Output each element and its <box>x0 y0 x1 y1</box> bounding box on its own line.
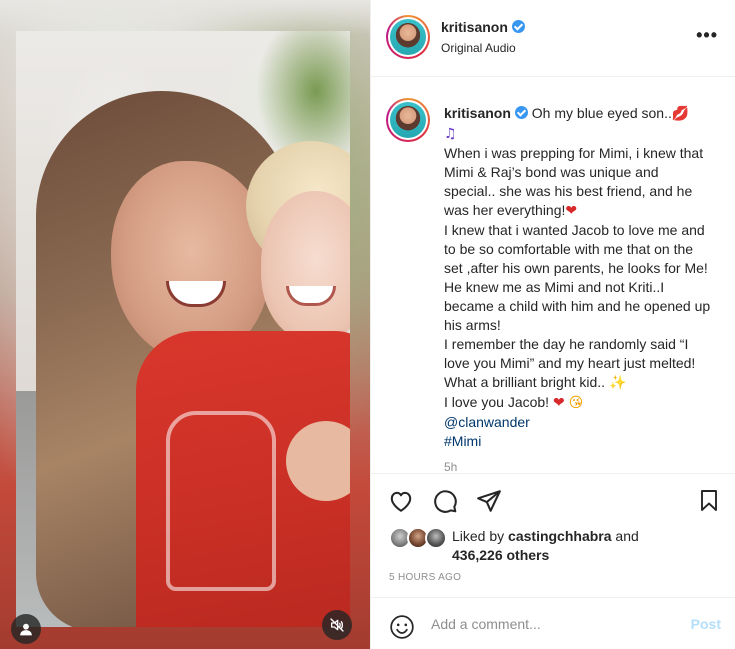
lips-emoji-icon: 💋 <box>671 106 690 122</box>
heart-emoji-icon: ❤ <box>552 395 565 411</box>
heart-outline-icon <box>390 491 412 512</box>
mute-toggle-button[interactable] <box>322 610 352 640</box>
header-username-row: kritisanon <box>441 19 525 37</box>
caption-time: 5h <box>444 460 458 474</box>
caption-text: kritisanon Oh my blue eyed son..💋 ♫ When… <box>444 104 712 451</box>
post-header: kritisanon Original Audio ••• <box>371 0 735 77</box>
bookmark-icon <box>701 490 717 511</box>
save-button[interactable] <box>695 487 723 515</box>
caption-body3: I remember the day he randomly said “I l… <box>444 336 700 390</box>
video-child-face <box>261 191 350 341</box>
emoji-picker-button[interactable] <box>389 614 415 645</box>
post-media[interactable] <box>0 0 370 649</box>
media-blur-edge <box>0 0 370 35</box>
liker-avatars[interactable] <box>389 527 449 549</box>
liker-username[interactable]: castingchhabra <box>508 528 611 544</box>
kissing-face-emoji-icon: 😘 <box>568 395 584 411</box>
heart-emoji-icon: ❤ <box>565 203 578 219</box>
header-username[interactable]: kritisanon <box>441 19 508 35</box>
share-button[interactable] <box>475 487 503 515</box>
audio-label[interactable]: Original Audio <box>441 41 516 55</box>
more-options-button[interactable]: ••• <box>696 26 718 44</box>
like-button[interactable] <box>387 487 415 515</box>
speech-bubble-icon <box>434 490 457 513</box>
caption-area: kritisanon Oh my blue eyed son..💋 ♫ When… <box>371 78 735 474</box>
verified-badge-icon <box>514 106 528 119</box>
profile-avatar[interactable] <box>386 15 430 59</box>
verified-badge-icon <box>511 20 525 33</box>
post-actions <box>371 475 735 527</box>
caption-username[interactable]: kritisanon <box>444 105 511 121</box>
video-shirt-print <box>166 411 276 591</box>
likes-prefix: Liked by <box>452 528 505 544</box>
comment-button[interactable] <box>431 487 459 515</box>
comment-bar: Post <box>371 597 735 649</box>
smiley-icon <box>390 615 414 639</box>
post-panel: kritisanon Original Audio ••• kritisanon… <box>370 0 735 649</box>
tagged-users-button[interactable] <box>11 614 41 644</box>
person-icon <box>20 623 32 636</box>
avatar-image <box>390 19 426 55</box>
caption-body4: I love you Jacob! <box>444 394 550 410</box>
speaker-muted-icon <box>330 618 344 632</box>
paper-plane-icon <box>477 490 501 512</box>
comment-input[interactable] <box>431 612 671 636</box>
liker-avatar[interactable] <box>425 527 447 549</box>
post-comment-button[interactable]: Post <box>691 616 721 632</box>
sparkles-emoji-icon: ✨ <box>608 375 627 391</box>
likes-count[interactable]: 436,226 others <box>452 547 549 563</box>
mention-link[interactable]: @clanwander <box>444 414 530 430</box>
music-emoji-icon: ♫ <box>444 126 457 142</box>
likes-summary: Liked by castingchhabra and 436,226 othe… <box>389 523 729 565</box>
likes-and: and <box>615 528 639 544</box>
avatar-image <box>390 102 426 138</box>
caption-body2: I knew that i wanted Jacob to love me an… <box>444 222 715 333</box>
likes-text: Liked by castingchhabra and 436,226 othe… <box>452 527 639 565</box>
video-frame[interactable] <box>16 31 350 627</box>
caption-avatar[interactable] <box>386 98 430 142</box>
hashtag-link[interactable]: #Mimi <box>444 433 481 449</box>
caption-intro: Oh my blue eyed son.. <box>531 105 672 121</box>
post-timestamp[interactable]: 5 HOURS AGO <box>389 572 461 583</box>
